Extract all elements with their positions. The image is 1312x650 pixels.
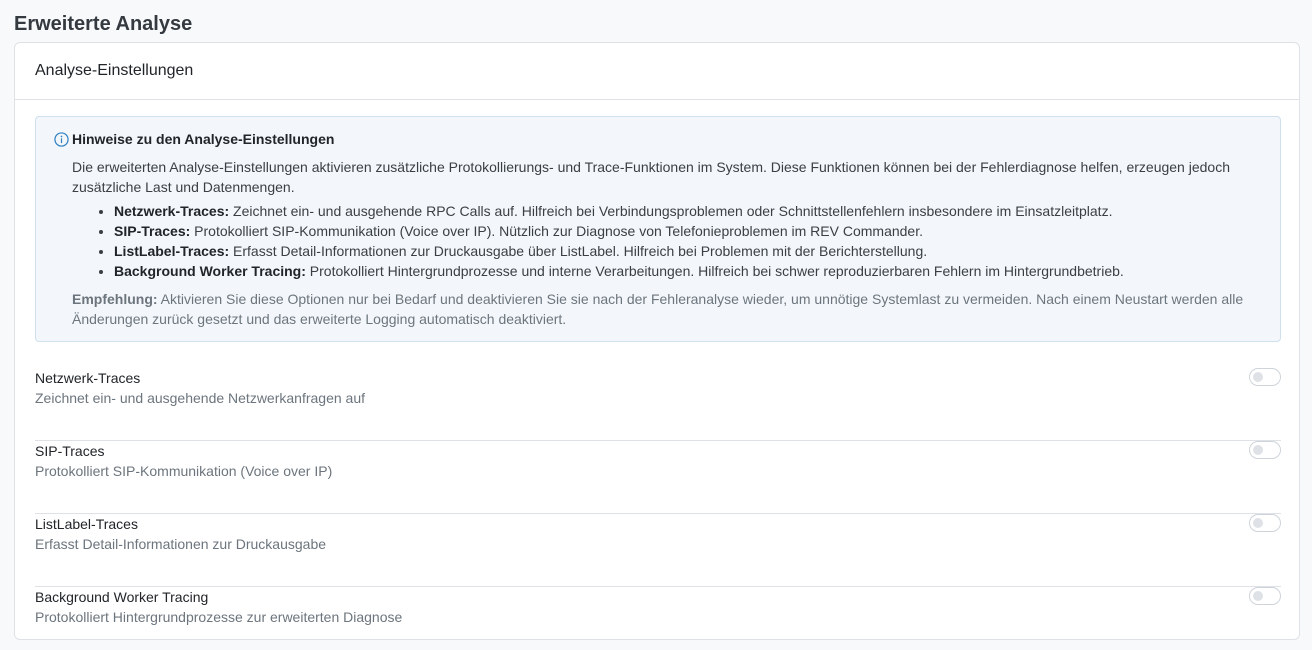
info-intro: Die erweiterten Analyse-Einstellungen ak… — [72, 159, 1230, 195]
setting-label: Background Worker Tracing — [35, 589, 209, 605]
setting-description: Erfasst Detail-Informationen zur Druckau… — [35, 536, 327, 552]
info-term: ListLabel-Traces: — [114, 243, 230, 259]
page-title: Erweiterte Analyse — [14, 13, 193, 35]
info-title-row: Hinweise zu den Analyse-Einstellungen — [54, 129, 1262, 149]
setting-label: SIP-Traces — [35, 443, 105, 459]
setting-row-listlabel-traces: ListLabel-Traces Erfasst Detail-Informat… — [35, 514, 1281, 587]
info-list-item: Background Worker Tracing: Protokolliert… — [114, 261, 1262, 281]
setting-description: Zeichnet ein- und ausgehende Netzwerkanf… — [35, 390, 365, 406]
netzwerk-traces-toggle[interactable] — [1249, 368, 1281, 386]
setting-label: ListLabel-Traces — [35, 516, 138, 532]
info-recommendation: Empfehlung: Aktivieren Sie diese Optione… — [72, 289, 1262, 329]
setting-row-sip-traces: SIP-Traces Protokolliert SIP-Kommunikati… — [35, 441, 1281, 514]
info-circle-icon — [54, 131, 69, 147]
toggle-knob — [1253, 445, 1263, 455]
info-list-item: Netzwerk-Traces: Zeichnet ein- und ausge… — [114, 201, 1262, 221]
info-text: Protokolliert Hintergrundprozesse und in… — [305, 263, 1124, 279]
info-text: Zeichnet ein- und ausgehende RPC Calls a… — [229, 203, 1113, 219]
toggle-knob — [1253, 372, 1263, 382]
setting-description: Protokolliert Hintergrundprozesse zur er… — [35, 609, 403, 625]
listlabel-traces-toggle[interactable] — [1249, 514, 1281, 532]
toggle-knob — [1253, 591, 1263, 601]
setting-row-background-worker-tracing: Background Worker Tracing Protokolliert … — [35, 587, 1281, 637]
info-text: Protokolliert SIP-Kommunikation (Voice o… — [190, 223, 923, 239]
info-list-item: ListLabel-Traces: Erfasst Detail-Informa… — [114, 241, 1262, 261]
toggle-knob — [1253, 518, 1263, 528]
info-box: Hinweise zu den Analyse-Einstellungen Di… — [35, 116, 1281, 342]
background-worker-tracing-toggle[interactable] — [1249, 587, 1281, 605]
info-list: Netzwerk-Traces: Zeichnet ein- und ausge… — [54, 201, 1262, 281]
info-term: Background Worker Tracing: — [114, 263, 306, 279]
info-term: Netzwerk-Traces: — [114, 203, 230, 219]
info-list-item: SIP-Traces: Protokolliert SIP-Kommunikat… — [114, 221, 1262, 241]
setting-label: Netzwerk-Traces — [35, 370, 141, 386]
setting-description: Protokolliert SIP-Kommunikation (Voice o… — [35, 463, 333, 479]
info-term: SIP-Traces: — [114, 223, 191, 239]
sip-traces-toggle[interactable] — [1249, 441, 1281, 459]
recommendation-label: Empfehlung: — [72, 291, 158, 307]
recommendation-text: Aktivieren Sie diese Optionen nur bei Be… — [72, 291, 1244, 327]
setting-row-netzwerk-traces: Netzwerk-Traces Zeichnet ein- und ausgeh… — [35, 368, 1281, 441]
info-title: Hinweise zu den Analyse-Einstellungen — [72, 131, 335, 147]
settings-card: Analyse-Einstellungen Hinweise zu den An… — [14, 42, 1300, 640]
card-header: Analyse-Einstellungen — [15, 43, 1299, 100]
info-text: Erfasst Detail-Informationen zur Druckau… — [229, 243, 928, 259]
